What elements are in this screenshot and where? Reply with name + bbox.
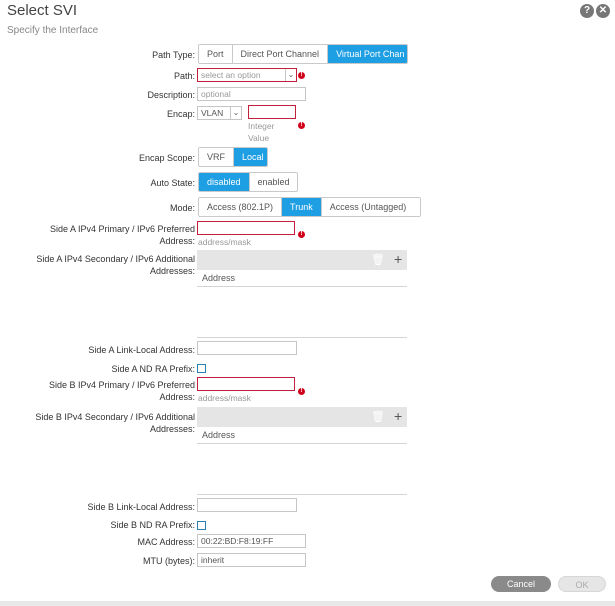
trash-icon[interactable]: 🗑︎ bbox=[371, 410, 385, 423]
side-b-link-local-input[interactable] bbox=[197, 498, 297, 512]
error-icon: ! bbox=[298, 388, 305, 395]
side-b-nd-ra-label: Side B ND RA Prefix: bbox=[110, 520, 195, 530]
auto-state-disabled[interactable]: disabled bbox=[199, 173, 250, 191]
mode-access-802-1p[interactable]: Access (802.1P) bbox=[199, 198, 283, 216]
encap-hint-line1: Integer bbox=[248, 121, 275, 131]
side-b-secondary-column-address: Address bbox=[202, 430, 236, 440]
side-a-link-local-label: Side A Link-Local Address: bbox=[88, 345, 195, 355]
mac-address-label: MAC Address: bbox=[137, 537, 195, 547]
auto-state-label: Auto State: bbox=[150, 178, 195, 188]
divider bbox=[197, 494, 407, 495]
error-icon: ! bbox=[298, 72, 305, 79]
description-input[interactable]: optional bbox=[197, 87, 306, 101]
trash-icon[interactable]: 🗑︎ bbox=[371, 253, 385, 266]
divider bbox=[197, 443, 407, 444]
close-icon[interactable]: ✕ bbox=[596, 4, 610, 18]
side-a-primary-hint: address/mask bbox=[198, 237, 251, 247]
encap-value-input[interactable] bbox=[248, 105, 296, 119]
path-label: Path: bbox=[173, 71, 195, 81]
side-b-primary-hint: address/mask bbox=[198, 393, 251, 403]
auto-state-segmented: disabled enabled bbox=[198, 172, 298, 192]
mode-label: Mode: bbox=[169, 203, 195, 213]
encap-scope-local[interactable]: Local bbox=[234, 148, 267, 166]
side-a-nd-ra-checkbox[interactable] bbox=[197, 364, 206, 373]
encap-hint-line2: Value bbox=[248, 133, 270, 143]
side-b-primary-input[interactable] bbox=[197, 377, 295, 391]
description-label: Description: bbox=[147, 90, 195, 100]
encap-scope-vrf[interactable]: VRF bbox=[199, 148, 234, 166]
side-a-primary-label: Side A IPv4 Primary / IPv6 Preferred bbox=[49, 224, 195, 234]
side-a-primary-label-2: Address: bbox=[159, 236, 195, 246]
encap-scope-segmented: VRF Local bbox=[198, 147, 268, 167]
path-select-placeholder: select an option bbox=[201, 70, 261, 80]
divider bbox=[197, 337, 407, 338]
mode-access-untagged[interactable]: Access (Untagged) bbox=[321, 198, 415, 216]
footer-bar bbox=[0, 601, 615, 606]
side-a-secondary-label: Side A IPv4 Secondary / IPv6 Additional bbox=[36, 254, 195, 264]
path-select[interactable]: select an option ⌄ bbox=[197, 68, 297, 82]
side-b-primary-label: Side B IPv4 Primary / IPv6 Preferred bbox=[48, 380, 195, 390]
divider bbox=[197, 286, 407, 287]
side-b-secondary-label-2: Addresses: bbox=[149, 424, 195, 434]
mtu-label: MTU (bytes): bbox=[142, 556, 195, 566]
mac-address-input[interactable]: 00:22:BD:F8:19:FF bbox=[197, 534, 306, 548]
encap-scope-label: Encap Scope: bbox=[138, 153, 195, 163]
path-type-port[interactable]: Port bbox=[199, 45, 233, 63]
dialog-title: Select SVI bbox=[7, 2, 78, 19]
chevron-down-icon: ⌄ bbox=[285, 69, 296, 81]
cancel-button[interactable]: Cancel bbox=[491, 576, 551, 592]
help-icon[interactable]: ? bbox=[580, 4, 594, 18]
error-icon: ! bbox=[298, 231, 305, 238]
plus-icon[interactable]: + bbox=[394, 408, 402, 424]
dialog-subtitle: Specify the Interface bbox=[7, 25, 99, 36]
mode-trunk[interactable]: Trunk bbox=[282, 198, 322, 216]
path-type-segmented: Port Direct Port Channel Virtual Port Ch… bbox=[198, 44, 408, 64]
side-b-secondary-label: Side B IPv4 Secondary / IPv6 Additional bbox=[35, 412, 195, 422]
side-b-primary-label-2: Address: bbox=[159, 392, 195, 402]
side-a-secondary-label-2: Addresses: bbox=[149, 266, 195, 276]
chevron-down-icon: ⌄ bbox=[230, 107, 241, 119]
side-b-nd-ra-checkbox[interactable] bbox=[197, 521, 206, 530]
encap-label: Encap: bbox=[166, 109, 195, 119]
path-type-label: Path Type: bbox=[152, 50, 195, 60]
plus-icon[interactable]: + bbox=[394, 251, 402, 267]
encap-type-select[interactable]: VLAN ⌄ bbox=[197, 106, 242, 120]
encap-type-value: VLAN bbox=[201, 108, 224, 118]
side-a-secondary-column-address: Address bbox=[202, 273, 236, 283]
side-a-nd-ra-label: Side A ND RA Prefix: bbox=[111, 364, 195, 374]
auto-state-enabled[interactable]: enabled bbox=[249, 173, 297, 191]
side-a-link-local-input[interactable] bbox=[197, 341, 297, 355]
side-b-link-local-label: Side B Link-Local Address: bbox=[87, 502, 195, 512]
ok-button[interactable]: OK bbox=[558, 576, 606, 592]
path-type-virtual-port-channel[interactable]: Virtual Port Chan bbox=[328, 45, 407, 63]
side-a-primary-input[interactable] bbox=[197, 221, 295, 235]
path-type-direct-port-channel[interactable]: Direct Port Channel bbox=[232, 45, 329, 63]
error-icon: ! bbox=[298, 122, 305, 129]
mtu-input[interactable]: inherit bbox=[197, 553, 306, 567]
mode-segmented: Access (802.1P) Trunk Access (Untagged) bbox=[198, 197, 421, 217]
